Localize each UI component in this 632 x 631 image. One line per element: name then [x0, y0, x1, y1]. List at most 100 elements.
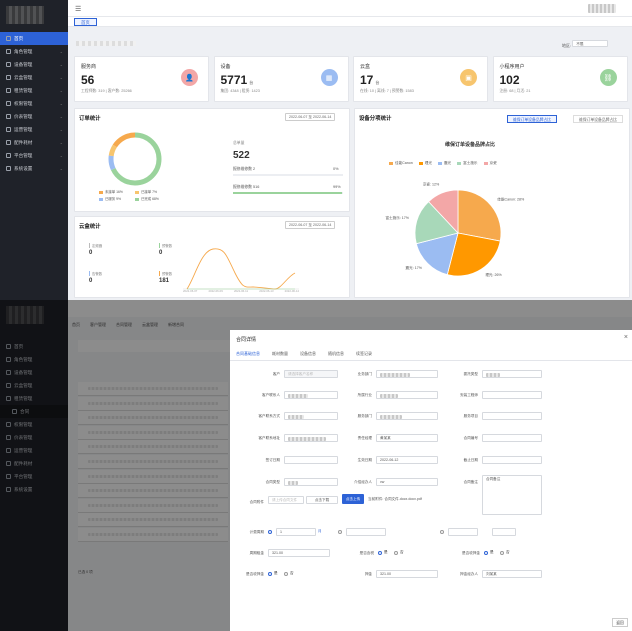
contract-no-input[interactable]: [482, 434, 542, 442]
deposit-no-radio[interactable]: [500, 551, 504, 555]
pie-chart: 佳能Canon: 28% 理光: 26% 震光: 17% 富士施乐: 17% 京瓷: 1…: [385, 182, 525, 277]
billing-input-3[interactable]: [448, 528, 478, 536]
dept-select[interactable]: [376, 370, 438, 378]
deposit-yes-radio[interactable]: [484, 551, 488, 555]
deposit-input[interactable]: 321.00: [376, 570, 438, 578]
pie-legend-item[interactable]: 富士施乐: [457, 161, 478, 166]
rent-input[interactable]: 321.00: [268, 549, 330, 557]
tab-home[interactable]: 首页: [74, 18, 97, 26]
sidebar-item[interactable]: 运营管理 ⌄: [0, 123, 68, 136]
menu-toggle-icon[interactable]: ☰: [75, 5, 81, 13]
expire-date-label: 截止日期: [463, 458, 478, 462]
chevron-down-icon: ⌄: [59, 166, 63, 171]
dept2-label: 服务部门: [357, 414, 372, 418]
note-textarea[interactable]: 合同备注: [482, 475, 542, 515]
billing-input[interactable]: 1: [276, 528, 316, 536]
menu-icon: [6, 114, 11, 119]
pie-legend-item[interactable]: 震光: [437, 161, 452, 166]
sidebar-item[interactable]: 云盒管理 ⌄: [0, 71, 68, 84]
breadcrumb: [76, 41, 136, 46]
stat-unit: 台: [375, 80, 380, 85]
tax-no-radio[interactable]: [394, 551, 398, 555]
billing-radio-3[interactable]: [440, 530, 444, 534]
stat-value: 56: [81, 73, 96, 87]
file-name-link[interactable]: 合同文件.docx.docx.pdf: [384, 497, 422, 501]
order-stats-title: 订单统计: [79, 116, 101, 122]
engineer-input[interactable]: [482, 391, 542, 399]
legend-swatch: [99, 197, 103, 201]
sign-date-input[interactable]: [284, 456, 338, 464]
pie-legend-item[interactable]: 京瓷: [483, 161, 497, 166]
contract-kind-select[interactable]: [284, 478, 338, 486]
contact-input[interactable]: [284, 391, 338, 399]
customer-input[interactable]: 请选择客户名称: [284, 370, 338, 378]
effective-date-input[interactable]: 2022-06-12: [376, 456, 438, 464]
close-icon[interactable]: ×: [624, 334, 628, 341]
pie-data-label: 京瓷: 12%: [423, 182, 440, 187]
industry-select[interactable]: [376, 391, 438, 399]
pie-legend-label: 震光: [443, 161, 452, 165]
device-stats-title: 设备分项统计: [359, 116, 392, 122]
sidebar-item[interactable]: 价表管理 ⌄: [0, 110, 68, 123]
manager-input[interactable]: 黄某某: [376, 434, 438, 442]
deposit-yes-radio-2[interactable]: [268, 572, 272, 576]
legend-swatch: [135, 190, 139, 194]
region-select[interactable]: 不限: [572, 40, 609, 47]
file-info: 当前附件: 合同文件.docx.docx.pdf: [368, 497, 422, 502]
sidebar-item[interactable]: 权限管理 ⌄: [0, 97, 68, 110]
sidebar-item[interactable]: 首页: [0, 32, 68, 45]
sidebar-item[interactable]: 配件耗材 ⌄: [0, 136, 68, 149]
cloud-date-range[interactable]: 2022-06-07 至 2022-06-14: [285, 221, 336, 229]
sidebar-item[interactable]: 角色管理 ⌄: [0, 45, 68, 58]
device-tab-inactive[interactable]: 维保订单设备品牌占比: [573, 115, 623, 123]
chevron-down-icon: ⌄: [59, 88, 63, 93]
cloud-item-value: 0: [159, 250, 163, 256]
dept2-select[interactable]: [376, 412, 438, 420]
order-row-pct: 0%: [333, 167, 339, 171]
pie-legend: 佳能Canon 理光 震光 富士施乐 京瓷: [389, 161, 497, 166]
upload-button[interactable]: 点击上传: [342, 494, 364, 504]
sidebar-item[interactable]: 平台管理 ⌄: [0, 149, 68, 162]
address-input[interactable]: [284, 434, 338, 442]
pie-legend-item[interactable]: 佳能Canon: [389, 161, 413, 166]
sidebar-item[interactable]: 系统设置 ⌄: [0, 162, 68, 175]
back-button[interactable]: 返回: [612, 618, 628, 627]
sidebar-item-label: 云盒管理: [14, 74, 33, 80]
stat-value: 17 台: [360, 73, 379, 87]
chevron-down-icon: ⌄: [59, 101, 63, 106]
chevron-down-icon: ⌄: [59, 153, 63, 158]
legend-swatch: [389, 161, 393, 165]
expire-date-input[interactable]: [482, 456, 542, 464]
introducer-input[interactable]: vw: [376, 478, 438, 486]
pie-slice[interactable]: [457, 189, 502, 242]
sidebar-item[interactable]: 租赁管理 ⌄: [0, 84, 68, 97]
order-date-range[interactable]: 2022-06-07 至 2022-06-14: [285, 113, 336, 121]
stat-card: 设备 5771 台集团: 4348 | 租赁: 1423 ▦: [213, 56, 349, 102]
deposit-yn-label: 是否收押金: [462, 551, 480, 555]
download-button[interactable]: 点击下载: [306, 496, 338, 504]
pie-chart-title: 维保订单设备品牌占比: [444, 142, 495, 148]
attachment-input[interactable]: 请上传合同文件: [268, 496, 304, 504]
billing-radio-2[interactable]: [338, 530, 342, 534]
sidebar-item-label: 权限管理: [14, 100, 33, 106]
device-tab-active[interactable]: 维保订单设备品牌占比: [507, 115, 557, 123]
deposit-no-radio-2[interactable]: [284, 572, 288, 576]
avatar[interactable]: [588, 4, 616, 13]
contact-method-input[interactable]: [284, 412, 338, 420]
stat-sub: 工程师数: 319 | 客户数: 25266: [81, 89, 132, 93]
tax-yes-radio[interactable]: [378, 551, 382, 555]
billing-input-4[interactable]: [492, 528, 516, 536]
billing-input-2[interactable]: [346, 528, 386, 536]
cloud-item-label: 预警数: [159, 271, 172, 276]
pie-legend-item[interactable]: 理光: [418, 161, 432, 166]
sidebar-item[interactable]: 设备管理 ⌄: [0, 58, 68, 71]
contract-type-select[interactable]: [482, 370, 542, 378]
sidebar-item-label: 角色管理: [14, 48, 33, 54]
progress-bar: [233, 174, 343, 176]
deposit-handler-input[interactable]: 刘某某: [482, 570, 542, 578]
billing-radio[interactable]: [268, 530, 272, 534]
project-input[interactable]: [482, 412, 542, 420]
stat-value-number: 17: [360, 73, 374, 87]
x-tick-label: 2022-06-13: [259, 289, 274, 293]
stat-unit: 台: [249, 80, 254, 85]
